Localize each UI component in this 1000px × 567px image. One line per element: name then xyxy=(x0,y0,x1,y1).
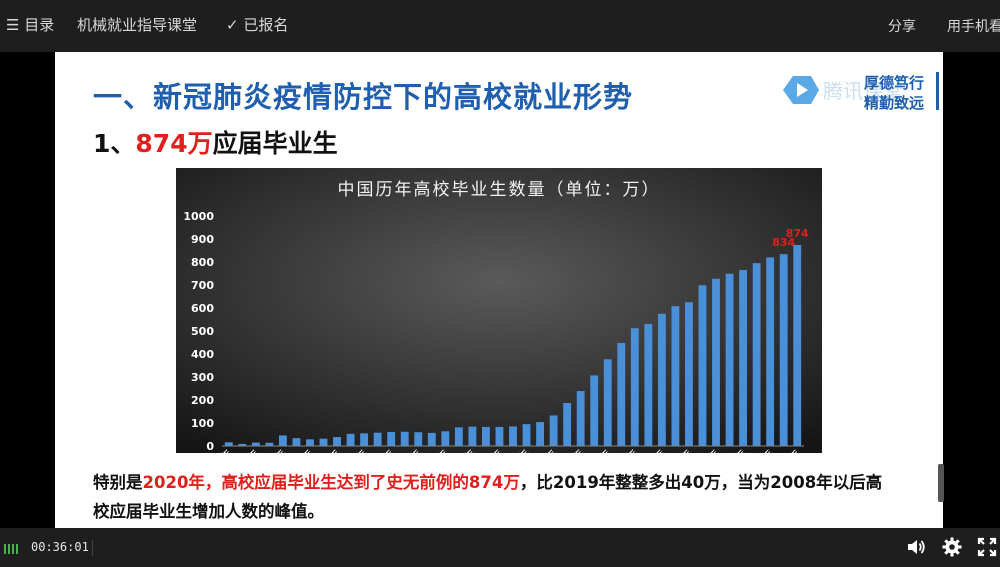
fullscreen-icon[interactable] xyxy=(976,536,998,558)
subtitle-prefix: 1、 xyxy=(93,129,136,158)
playback-time: 00:36:01 xyxy=(31,540,89,554)
note-highlight: 2020年，高校应届毕业生达到了史无前例的874万 xyxy=(142,473,520,492)
graduates-bar-chart: 中国历年高校毕业生数量（单位：万） 0 100 200 300 400 500 600 700… xyxy=(176,168,822,453)
slide-note: 特别是2020年，高校应届毕业生达到了史无前例的874万，比2019年整整多出4… xyxy=(93,468,893,526)
y-tick-label: 500 xyxy=(191,325,214,338)
logo-graphic: 腾讯课堂 厚德笃行 精勤致远 xyxy=(783,72,939,112)
y-tick-label: 400 xyxy=(191,348,214,361)
bar xyxy=(346,433,355,446)
bar xyxy=(373,432,382,446)
bar xyxy=(549,415,558,446)
bar xyxy=(427,432,436,446)
share-button[interactable]: 分享 xyxy=(888,16,916,36)
course-title[interactable]: 机械就业指导课堂 xyxy=(77,14,197,35)
signal-icon xyxy=(4,544,18,554)
bar xyxy=(224,442,233,446)
catalog-label: 目录 xyxy=(24,16,55,34)
bar xyxy=(779,254,788,446)
bar xyxy=(414,432,423,446)
y-tick-label: 900 xyxy=(191,233,214,246)
top-bar: ☰ 目录 机械就业指导课堂 ✓ 已报名 分享 用手机看 xyxy=(0,0,1000,52)
bar xyxy=(603,359,612,446)
mobile-watch-button[interactable]: 用手机看 xyxy=(947,16,1000,36)
y-tick-label: 200 xyxy=(191,394,214,407)
motto-bar xyxy=(936,72,939,110)
bar xyxy=(482,426,490,446)
bar xyxy=(657,313,666,446)
bar xyxy=(793,244,802,446)
note-prefix: 特别是 xyxy=(93,473,143,492)
bar xyxy=(278,435,287,446)
y-tick-label: 700 xyxy=(191,279,214,292)
bar xyxy=(387,431,396,446)
bar xyxy=(495,426,504,446)
y-tick-label: 600 xyxy=(191,302,214,315)
enrolled-label: 已报名 xyxy=(243,16,289,34)
slide: 一、新冠肺炎疫情防控下的高校就业形势 1、874万应届毕业生 腾讯课堂 厚德笃行… xyxy=(55,52,943,528)
bar xyxy=(739,270,748,446)
slide-subtitle: 1、874万应届毕业生 xyxy=(93,124,338,160)
bar xyxy=(536,422,544,446)
divider xyxy=(92,540,93,556)
bar xyxy=(360,433,369,446)
chart-background xyxy=(176,168,822,453)
data-label: 874 xyxy=(786,227,809,240)
y-tick-label: 100 xyxy=(191,417,214,430)
bar xyxy=(685,302,693,446)
subtitle-highlight: 874万 xyxy=(135,129,213,158)
bar xyxy=(712,278,720,446)
bar xyxy=(319,438,328,446)
brand-logo: 腾讯课堂 厚德笃行 精勤致远 xyxy=(779,68,939,112)
y-tick-label: 0 xyxy=(206,440,214,453)
bar xyxy=(333,437,341,446)
bar xyxy=(752,263,761,446)
bar xyxy=(671,306,680,446)
y-tick-label: 1000 xyxy=(183,210,214,223)
menu-icon: ☰ xyxy=(6,16,20,34)
bar xyxy=(576,391,585,446)
bar xyxy=(617,342,626,446)
y-tick-label: 800 xyxy=(191,256,214,269)
bar xyxy=(644,323,653,446)
bar xyxy=(630,328,639,446)
player-controls: 00:36:01 xyxy=(0,528,1000,567)
bar xyxy=(306,439,314,446)
slide-title: 一、新冠肺炎疫情防控下的高校就业形势 xyxy=(93,80,634,114)
bar xyxy=(563,402,572,446)
bar xyxy=(292,438,301,446)
check-icon: ✓ xyxy=(226,16,239,34)
y-tick-label: 300 xyxy=(191,371,214,384)
volume-icon[interactable] xyxy=(905,536,927,558)
bar xyxy=(590,375,599,446)
bar xyxy=(441,431,450,446)
catalog-button[interactable]: ☰ 目录 xyxy=(6,14,54,35)
motto-line-2: 精勤致远 xyxy=(864,94,924,112)
bar xyxy=(522,424,531,446)
subtitle-suffix: 应届毕业生 xyxy=(212,129,338,158)
bar xyxy=(251,442,260,446)
bar xyxy=(468,426,477,446)
bar xyxy=(766,257,775,446)
bar xyxy=(400,431,409,446)
bar xyxy=(698,285,707,446)
motto-line-1: 厚德笃行 xyxy=(864,74,924,92)
side-panel-handle[interactable] xyxy=(938,464,944,502)
bar xyxy=(454,427,463,446)
bar xyxy=(725,273,734,446)
settings-gear-icon[interactable] xyxy=(941,536,963,558)
bar xyxy=(509,426,517,446)
chart-title: 中国历年高校毕业生数量（单位：万） xyxy=(338,180,661,200)
enrolled-status: ✓ 已报名 xyxy=(226,14,288,35)
